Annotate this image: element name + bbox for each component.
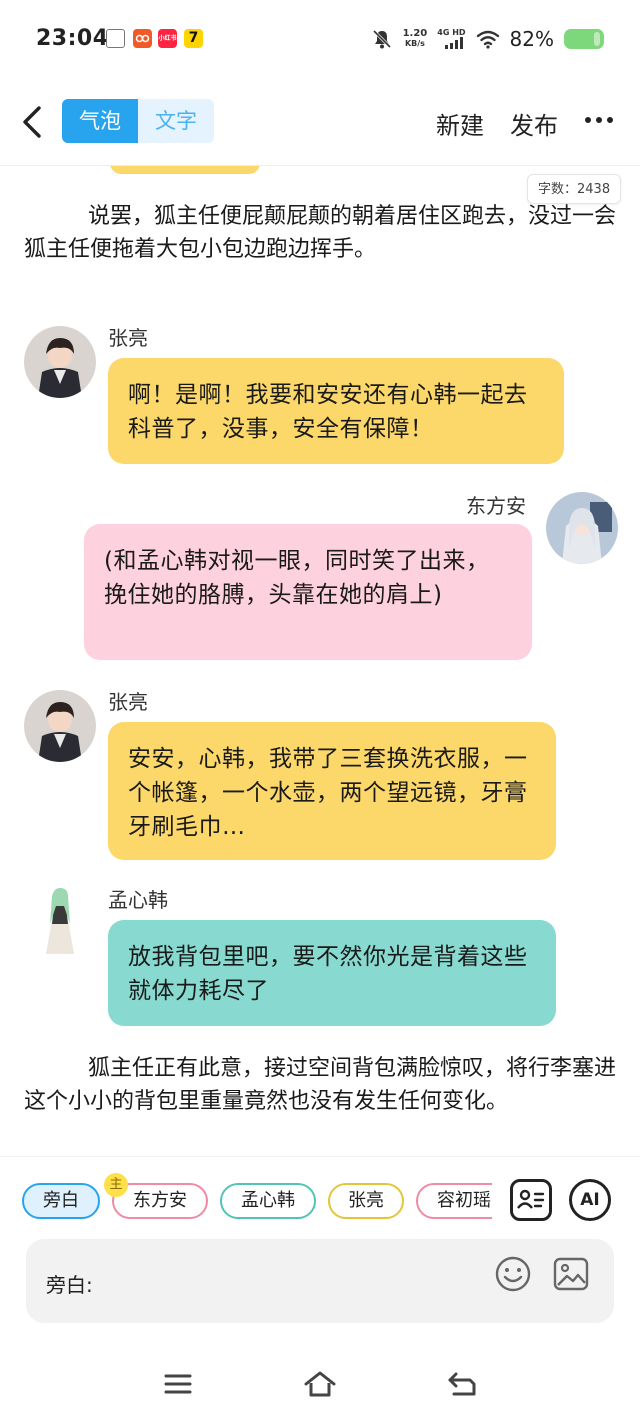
message-bubble[interactable]: 安安，心韩，我带了三套换洗衣服，一个帐篷，一个水壶，两个望远镜，牙膏牙刷毛巾… — [108, 722, 556, 860]
story-content[interactable]: 字数：2438 说罢，狐主任便屁颠屁颠的朝着居住区跑去，没过一会狐主任便拖着大包… — [0, 166, 640, 1156]
home-nav-button[interactable] — [302, 1370, 338, 1398]
image-icon — [553, 1257, 589, 1291]
main-character-badge: 主 — [104, 1173, 128, 1197]
speaker-name: 东方安 — [466, 494, 526, 518]
image-button[interactable] — [552, 1255, 590, 1293]
status-time: 23:04 — [36, 26, 109, 51]
tab-text[interactable]: 文字 — [138, 99, 214, 143]
status-bar: 23:04 小红书 7 1.20 KB/s 4G HD 82% — [0, 0, 640, 80]
seven-cat-icon: 7 — [184, 29, 203, 48]
character-chips[interactable]: 旁白 东方安 孟心韩 张亮 容初瑶 — [20, 1181, 492, 1223]
narration-text[interactable]: 说罢，狐主任便屁颠屁颠的朝着居住区跑去，没过一会狐主任便拖着大包小包边跑边挥手。 — [24, 200, 616, 266]
previous-bubble[interactable] — [110, 166, 260, 174]
more-dots-icon — [585, 117, 613, 123]
status-right: 1.20 KB/s 4G HD 82% — [371, 24, 604, 54]
role-card-button[interactable] — [510, 1179, 552, 1221]
smiley-icon — [495, 1256, 531, 1292]
back-nav-button[interactable] — [446, 1370, 478, 1398]
view-mode-toggle: 气泡 文字 — [62, 99, 214, 143]
emoji-button[interactable] — [494, 1255, 532, 1293]
cell-signal: 4G HD — [437, 29, 466, 49]
message-bubble[interactable]: 放我背包里吧，要不然你光是背着这些就体力耗尽了 — [108, 920, 556, 1026]
top-bar: 气泡 文字 新建 发布 — [0, 80, 640, 166]
chip-narrator[interactable]: 旁白 — [22, 1183, 100, 1219]
taobao-icon — [133, 29, 152, 48]
ai-button[interactable]: AI — [569, 1179, 611, 1221]
contact-card-icon — [517, 1189, 545, 1209]
tab-bubble[interactable]: 气泡 — [62, 99, 138, 143]
dialogue-input[interactable]: 旁白: — [26, 1239, 614, 1323]
doc-icon — [106, 29, 125, 48]
avatar[interactable] — [24, 884, 96, 956]
battery-percent: 82% — [509, 27, 554, 51]
mute-bell-icon — [372, 29, 391, 49]
back-button[interactable] — [14, 100, 54, 144]
narration-text[interactable]: 狐主任正有此意，接过空间背包满脸惊叹，将行李塞进这个小小的背包里重量竟然也没有发… — [24, 1052, 616, 1118]
home-icon — [304, 1371, 336, 1397]
wifi-icon — [476, 30, 499, 49]
battery-icon — [564, 29, 604, 49]
chip-meng-xinhan[interactable]: 孟心韩 — [220, 1183, 316, 1219]
menu-nav-button[interactable] — [162, 1370, 194, 1398]
chip-zhang-liang[interactable]: 张亮 — [328, 1183, 404, 1219]
avatar[interactable] — [24, 690, 96, 762]
network-speed: 1.20 KB/s — [402, 28, 428, 49]
new-button[interactable]: 新建 — [436, 106, 484, 141]
return-icon — [448, 1372, 476, 1396]
hamburger-icon — [164, 1374, 192, 1394]
speaker-name: 孟心韩 — [108, 888, 168, 912]
signal-bars-icon — [444, 37, 463, 49]
message-bubble[interactable]: 啊！是啊！我要和安安还有心韩一起去科普了，没事，安全有保障！ — [108, 358, 564, 464]
chip-rong-chuyao[interactable]: 容初瑶 — [416, 1183, 492, 1219]
message-bubble[interactable]: (和孟心韩对视一眼，同时笑了出来，挽住她的胳膊，头靠在她的肩上) — [84, 524, 532, 660]
chevron-left-icon — [23, 106, 41, 138]
speaker-name: 张亮 — [108, 690, 148, 714]
xiaohongshu-icon: 小红书 — [158, 29, 177, 48]
input-speaker-label: 旁白: — [46, 1273, 93, 1297]
more-button[interactable] — [583, 106, 615, 134]
speaker-name: 张亮 — [108, 326, 148, 350]
avatar[interactable] — [546, 492, 618, 564]
avatar[interactable] — [24, 326, 96, 398]
publish-button[interactable]: 发布 — [510, 106, 558, 141]
